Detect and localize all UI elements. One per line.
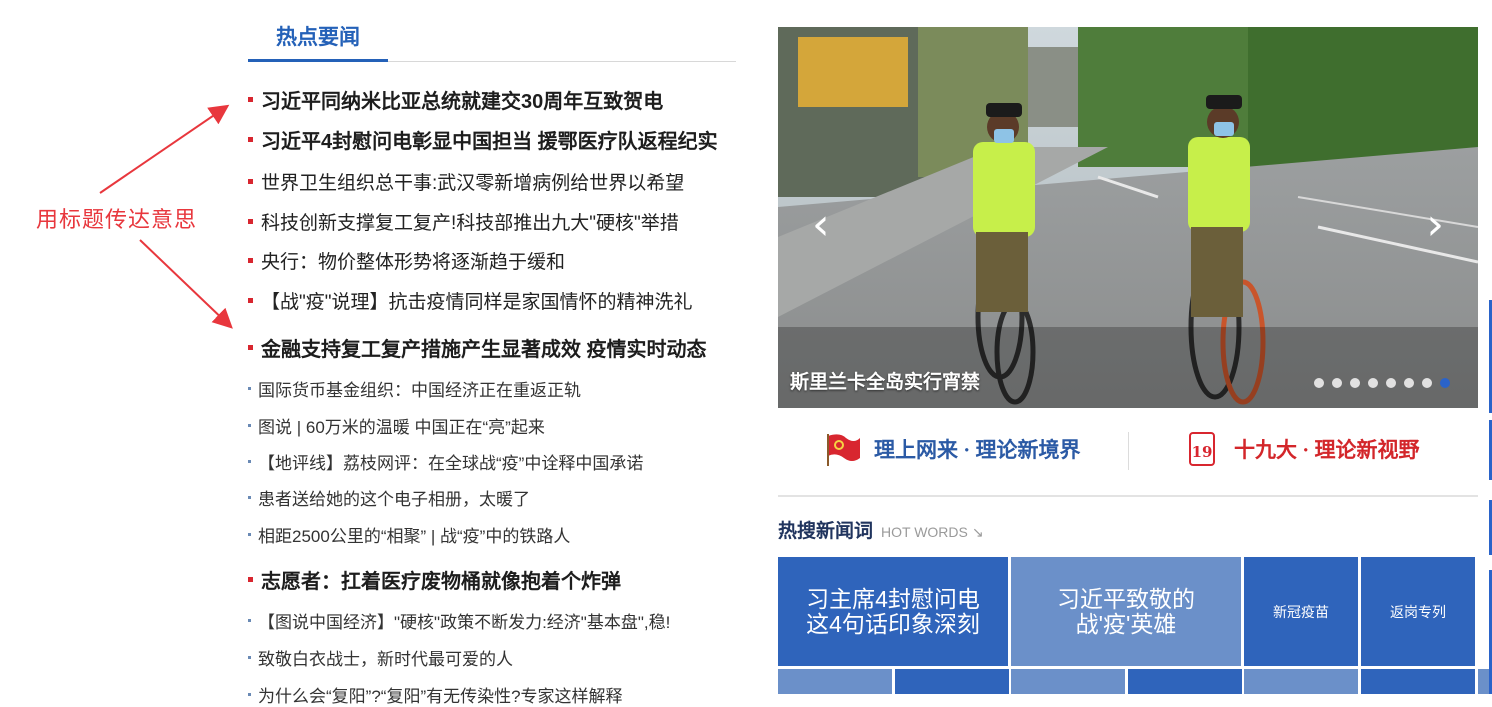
carousel-dot[interactable]	[1368, 378, 1378, 388]
image-carousel[interactable]: ‹ › 斯里兰卡全岛实行宵禁	[778, 27, 1478, 408]
carousel-dot[interactable]	[1422, 378, 1432, 388]
headline-item[interactable]: 习近平4封慰问电彰显中国担当 援鄂医疗队返程纪实	[248, 125, 718, 154]
banner-theory-online-label: 理上网来 · 理论新境界	[874, 438, 1081, 462]
hot-word-tile[interactable]	[895, 669, 1009, 694]
bullet-icon	[248, 693, 251, 696]
hot-word-tile[interactable]: 习主席4封慰问电 这4句话印象深刻	[778, 557, 1008, 666]
headline-item[interactable]: 相距2500公里的“相聚” | 战“疫”中的铁路人	[248, 522, 570, 547]
hot-word-tile[interactable]	[778, 669, 892, 694]
bullet-icon	[248, 219, 253, 224]
banner-nineteenth-congress-label: 十九大 · 理论新视野	[1234, 438, 1420, 462]
headline-link[interactable]: 【战"疫"说理】抗击疫情同样是家国情怀的精神洗礼	[261, 287, 693, 314]
bullet-icon	[248, 258, 253, 263]
headline-link[interactable]: 致敬白衣战士，新时代最可爱的人	[258, 645, 513, 670]
headline-link[interactable]: 世界卫生组织总干事:武汉零新增病例给世界以希望	[261, 168, 684, 195]
bullet-icon	[248, 424, 251, 427]
nineteenth-congress-icon: 19	[1189, 432, 1215, 466]
headline-item[interactable]: 国际货币基金组织：中国经济正在重返正轨	[248, 376, 581, 401]
bullet-icon	[248, 345, 253, 350]
headline-item[interactable]: 志愿者：扛着医疗废物桶就像抱着个炸弹	[248, 565, 621, 594]
bullet-icon	[248, 577, 253, 582]
headline-link[interactable]: 科技创新支撑复工复产!科技部推出九大"硬核"举措	[261, 208, 679, 235]
bullet-icon	[248, 387, 251, 390]
headline-item[interactable]: 为什么会“复阳”?“复阳”有无传染性?专家这样解释	[248, 682, 623, 707]
hot-words-title: 热搜新闻词	[778, 521, 874, 542]
headline-link[interactable]: 为什么会“复阳”?“复阳”有无传染性?专家这样解释	[258, 682, 623, 707]
theory-banners: 理上网来 · 理论新境界 19 十九大 · 理论新视野	[778, 422, 1478, 488]
hot-news-header: 热点要闻	[248, 15, 736, 62]
hot-word-tile[interactable]: 返岗专列	[1361, 557, 1475, 666]
carousel-dots	[1314, 378, 1450, 388]
headline-link[interactable]: 相距2500公里的“相聚” | 战“疫”中的铁路人	[258, 522, 570, 547]
annotation-arrows	[99, 104, 233, 329]
bullet-icon	[248, 137, 253, 142]
hot-word-tile[interactable]	[1244, 669, 1358, 694]
bullet-icon	[248, 97, 253, 102]
headline-item[interactable]: 图说 | 60万米的温暖 中国正在“亮”起来	[248, 413, 545, 438]
svg-text:19: 19	[1192, 443, 1213, 461]
hot-word-tile[interactable]: 新冠疫苗	[1244, 557, 1358, 666]
party-flag-icon	[827, 434, 860, 466]
headline-item[interactable]: 致敬白衣战士，新时代最可爱的人	[248, 645, 513, 670]
bullet-icon	[248, 460, 251, 463]
headline-item[interactable]: 习近平同纳米比亚总统就建交30周年互致贺电	[248, 85, 663, 114]
bullet-icon	[248, 298, 253, 303]
hot-word-tile[interactable]: 习近平致敬的 战'疫'英雄	[1011, 557, 1241, 666]
headline-link[interactable]: 志愿者：扛着医疗废物桶就像抱着个炸弹	[261, 565, 621, 594]
headline-link[interactable]: 国际货币基金组织：中国经济正在重返正轨	[258, 376, 581, 401]
headline-item[interactable]: 央行：物价整体形势将逐渐趋于缓和	[248, 247, 565, 274]
headline-link[interactable]: 【地评线】荔枝网评：在全球战“疫”中诠释中国承诺	[258, 449, 643, 474]
headline-item[interactable]: 金融支持复工复产措施产生显著成效 疫情实时动态	[248, 333, 707, 362]
bullet-icon	[248, 533, 251, 536]
carousel-next-button[interactable]: ›	[1426, 203, 1444, 247]
carousel-prev-button[interactable]: ‹	[812, 203, 830, 247]
carousel-dot[interactable]	[1332, 378, 1342, 388]
carousel-dot[interactable]	[1314, 378, 1324, 388]
hot-words-header: 热搜新闻词 HOT WORDS ↘	[778, 516, 984, 543]
carousel-photo	[778, 27, 1478, 408]
carousel-dot[interactable]	[1386, 378, 1396, 388]
bullet-icon	[248, 496, 251, 499]
headline-link[interactable]: 患者送给她的这个电子相册，太暖了	[258, 485, 530, 510]
headline-link[interactable]: 习近平4封慰问电彰显中国担当 援鄂医疗队返程纪实	[261, 125, 718, 154]
carousel-dot[interactable]	[1350, 378, 1360, 388]
headline-link[interactable]: 【图说中国经济】"硬核"政策不断发力:经济"基本盘",稳!	[258, 608, 670, 633]
carousel-dot[interactable]	[1440, 378, 1450, 388]
headline-item[interactable]: 患者送给她的这个电子相册，太暖了	[248, 485, 530, 510]
bullet-icon	[248, 179, 253, 184]
arrow-down-right-icon: ↘	[971, 524, 984, 540]
headline-item[interactable]: 【战"疫"说理】抗击疫情同样是家国情怀的精神洗礼	[248, 287, 693, 314]
banner-nineteenth-congress[interactable]: 19 十九大 · 理论新视野	[1184, 430, 1420, 468]
arrow-down-icon	[139, 239, 233, 329]
headline-item[interactable]: 【地评线】荔枝网评：在全球战“疫”中诠释中国承诺	[248, 449, 643, 474]
hot-words-subtitle: HOT WORDS	[881, 524, 968, 540]
arrow-up-icon	[99, 104, 230, 194]
bullet-icon	[248, 656, 251, 659]
headline-item[interactable]: 科技创新支撑复工复产!科技部推出九大"硬核"举措	[248, 208, 679, 235]
carousel-dot[interactable]	[1404, 378, 1414, 388]
headline-link[interactable]: 图说 | 60万米的温暖 中国正在“亮”起来	[258, 413, 545, 438]
headline-item[interactable]: 世界卫生组织总干事:武汉零新增病例给世界以希望	[248, 168, 684, 195]
headline-link[interactable]: 金融支持复工复产措施产生显著成效 疫情实时动态	[261, 333, 707, 362]
divider	[778, 495, 1478, 497]
hot-word-tile[interactable]	[1478, 669, 1489, 694]
hot-word-tile[interactable]	[1011, 669, 1125, 694]
banner-theory-online[interactable]: 理上网来 · 理论新境界	[824, 430, 1081, 468]
bullet-icon	[248, 619, 251, 622]
headline-link[interactable]: 央行：物价整体形势将逐渐趋于缓和	[261, 247, 565, 274]
hot-word-tile[interactable]	[1128, 669, 1242, 694]
headline-link[interactable]: 习近平同纳米比亚总统就建交30周年互致贺电	[261, 85, 663, 114]
banner-divider	[1128, 432, 1129, 470]
hot-word-tile[interactable]	[1361, 669, 1475, 694]
carousel-caption[interactable]: 斯里兰卡全岛实行宵禁	[790, 367, 980, 394]
tab-hot-news[interactable]: 热点要闻	[248, 15, 388, 62]
headline-item[interactable]: 【图说中国经济】"硬核"政策不断发力:经济"基本盘",稳!	[248, 608, 670, 633]
